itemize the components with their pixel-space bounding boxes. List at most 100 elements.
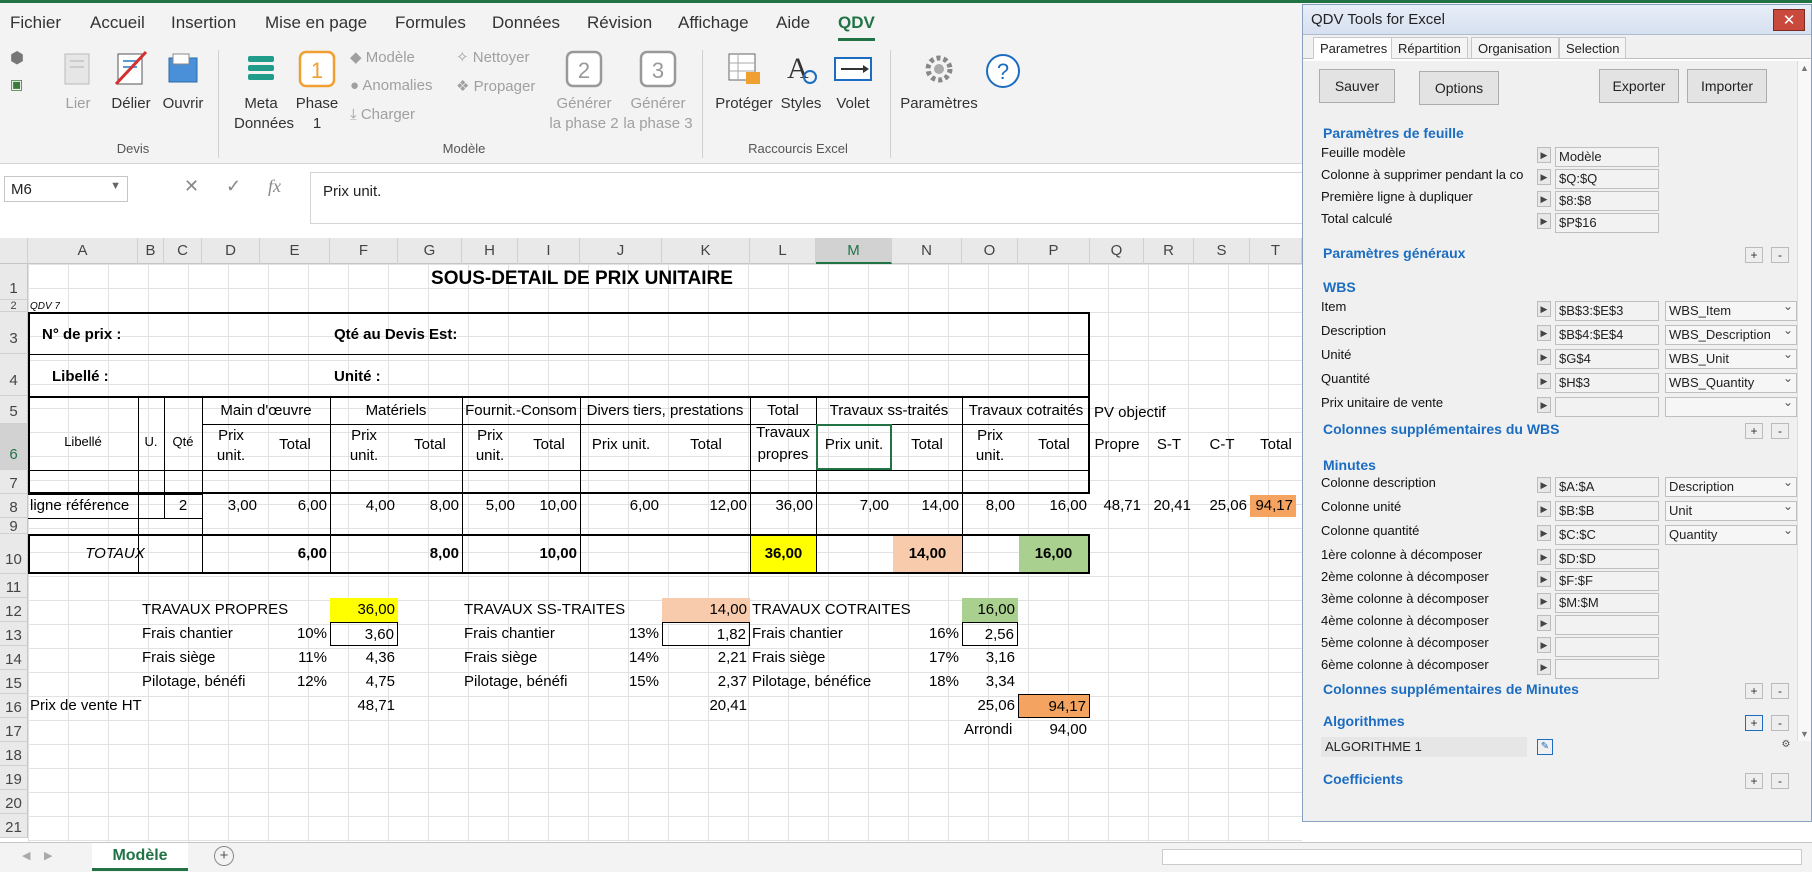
row-header[interactable]: 17 [0,718,28,742]
formula-input[interactable]: Prix unit. [310,172,1310,224]
col-header-f[interactable]: F [330,238,398,264]
collapse-button[interactable]: - [1771,423,1789,439]
importer-button[interactable]: Importer [1687,69,1767,103]
wbs-select[interactable]: WBS_Description [1665,325,1797,345]
minutes-select[interactable]: Description [1665,477,1797,497]
meta-donnees-button[interactable]: Meta Données [234,50,294,134]
generer-phase3-button[interactable]: 3 Générer la phase 3 [622,50,694,134]
wbs-value[interactable]: $B$3:$E$3 [1555,301,1659,321]
col-header-l[interactable]: L [750,238,816,264]
wbs-value[interactable]: $G$4 [1555,349,1659,369]
minutes-value[interactable] [1555,659,1659,679]
tab-organisation[interactable]: Organisation [1471,37,1559,59]
charger-button[interactable]: ⤓ Charger [350,106,415,123]
minutes-value[interactable]: $A:$A [1555,477,1659,497]
edit-algorithm-icon[interactable]: ✎ [1537,739,1553,755]
col-header-t[interactable]: T [1250,238,1302,264]
options-button[interactable]: Options [1419,71,1499,105]
scroll-left-icon[interactable]: ◀ [22,849,30,862]
collapse-button[interactable]: - [1771,773,1789,789]
modele-button[interactable]: ◆ Modèle [350,48,415,66]
picker-arrow-icon[interactable]: ▶ [1537,571,1551,587]
col-header-c[interactable]: C [164,238,202,264]
col-header-k[interactable]: K [662,238,750,264]
row-header[interactable]: 2 [0,300,28,312]
wbs-select[interactable]: WBS_Unit [1665,349,1797,369]
row-header[interactable]: 7 [0,470,28,494]
cancel-icon[interactable]: ✕ [184,176,199,197]
row-header[interactable]: 9 [0,518,28,535]
propager-button[interactable]: ❖ Propager [456,77,535,95]
lier-button[interactable]: Lier [58,50,98,114]
row-header[interactable]: 11 [0,574,28,598]
picker-arrow-icon[interactable]: ▶ [1537,397,1551,413]
expand-button[interactable]: + [1745,247,1763,263]
picker-arrow-icon[interactable]: ▶ [1537,373,1551,389]
expand-button[interactable]: + [1745,683,1763,699]
picker-arrow-icon[interactable]: ▶ [1537,147,1551,163]
delete-algorithm-icon[interactable]: ⚙ [1779,739,1793,753]
picker-arrow-icon[interactable]: ▶ [1537,477,1551,493]
minutes-value[interactable]: $M:$M [1555,593,1659,613]
volet-button[interactable]: Volet [830,50,876,114]
scroll-down-icon[interactable]: ▼ [1800,729,1809,739]
sauver-button[interactable]: Sauver [1319,69,1395,103]
expand-button[interactable]: + [1745,715,1763,731]
help-button[interactable]: ? [984,52,1022,95]
minutes-select[interactable]: Unit [1665,501,1797,521]
row-header[interactable]: 6 [0,424,28,470]
add-sheet-button[interactable]: + [214,846,234,866]
cell-grid[interactable]: SOUS-DETAIL DE PRIX UNITAIRE QDV 7 N° de… [28,264,1302,842]
picker-arrow-icon[interactable]: ▶ [1537,349,1551,365]
vertical-scrollbar[interactable]: ▲ ▼ [1797,61,1811,741]
minutes-value[interactable]: $F:$F [1555,571,1659,591]
wbs-select[interactable] [1665,397,1797,417]
cube-icon[interactable]: ⬢ [10,48,24,68]
menu-qdv[interactable]: QDV [838,13,875,41]
picker-arrow-icon[interactable]: ▶ [1537,169,1551,185]
proteger-button[interactable]: Protéger [712,50,776,114]
cell-selection[interactable] [816,424,892,470]
wbs-value[interactable] [1555,397,1659,417]
row-header[interactable]: 3 [0,312,28,354]
picker-arrow-icon[interactable]: ▶ [1537,549,1551,565]
horizontal-scrollbar[interactable] [1162,849,1802,865]
row-header[interactable]: 19 [0,766,28,790]
menu-accueil[interactable]: Accueil [90,13,145,33]
name-box[interactable]: M6 ▼ [4,176,128,202]
minutes-value[interactable] [1555,637,1659,657]
scroll-up-icon[interactable]: ▲ [1800,63,1809,73]
picker-arrow-icon[interactable]: ▶ [1537,593,1551,609]
tab-repartition[interactable]: Répartition [1391,37,1468,59]
delier-button[interactable]: Délier [108,50,154,114]
feuille-value[interactable]: $8:$8 [1555,191,1659,211]
row-header[interactable]: 13 [0,622,28,646]
row-header[interactable]: 16 [0,694,28,718]
row-header[interactable]: 20 [0,790,28,814]
picker-arrow-icon[interactable]: ▶ [1537,301,1551,317]
picker-arrow-icon[interactable]: ▶ [1537,659,1551,675]
wbs-select[interactable]: WBS_Quantity [1665,373,1797,393]
col-header-b[interactable]: B [138,238,164,264]
feuille-value[interactable]: Modèle [1555,147,1659,167]
feuille-value[interactable]: $P$16 [1555,213,1659,233]
tab-parametres[interactable]: Parametres [1313,37,1395,59]
chevron-down-icon[interactable]: ▼ [110,180,121,192]
minutes-value[interactable]: $B:$B [1555,501,1659,521]
col-header-d[interactable]: D [202,238,260,264]
col-header-a[interactable]: A [28,238,138,264]
nettoyer-button[interactable]: ✧ Nettoyer [456,48,529,66]
col-header-j[interactable]: J [580,238,662,264]
menu-formules[interactable]: Formules [395,13,466,33]
minutes-select[interactable]: Quantity [1665,525,1797,545]
picker-arrow-icon[interactable]: ▶ [1537,213,1551,229]
row-header[interactable]: 18 [0,742,28,766]
close-icon[interactable]: ✕ [1773,9,1805,31]
picker-arrow-icon[interactable]: ▶ [1537,615,1551,631]
minutes-value[interactable]: $C:$C [1555,525,1659,545]
row-header[interactable]: 4 [0,354,28,396]
menu-affichage[interactable]: Affichage [678,13,749,33]
col-header-o[interactable]: O [962,238,1018,264]
generer-phase2-button[interactable]: 2 Générer la phase 2 [548,50,620,134]
menu-donnees[interactable]: Données [492,13,560,33]
